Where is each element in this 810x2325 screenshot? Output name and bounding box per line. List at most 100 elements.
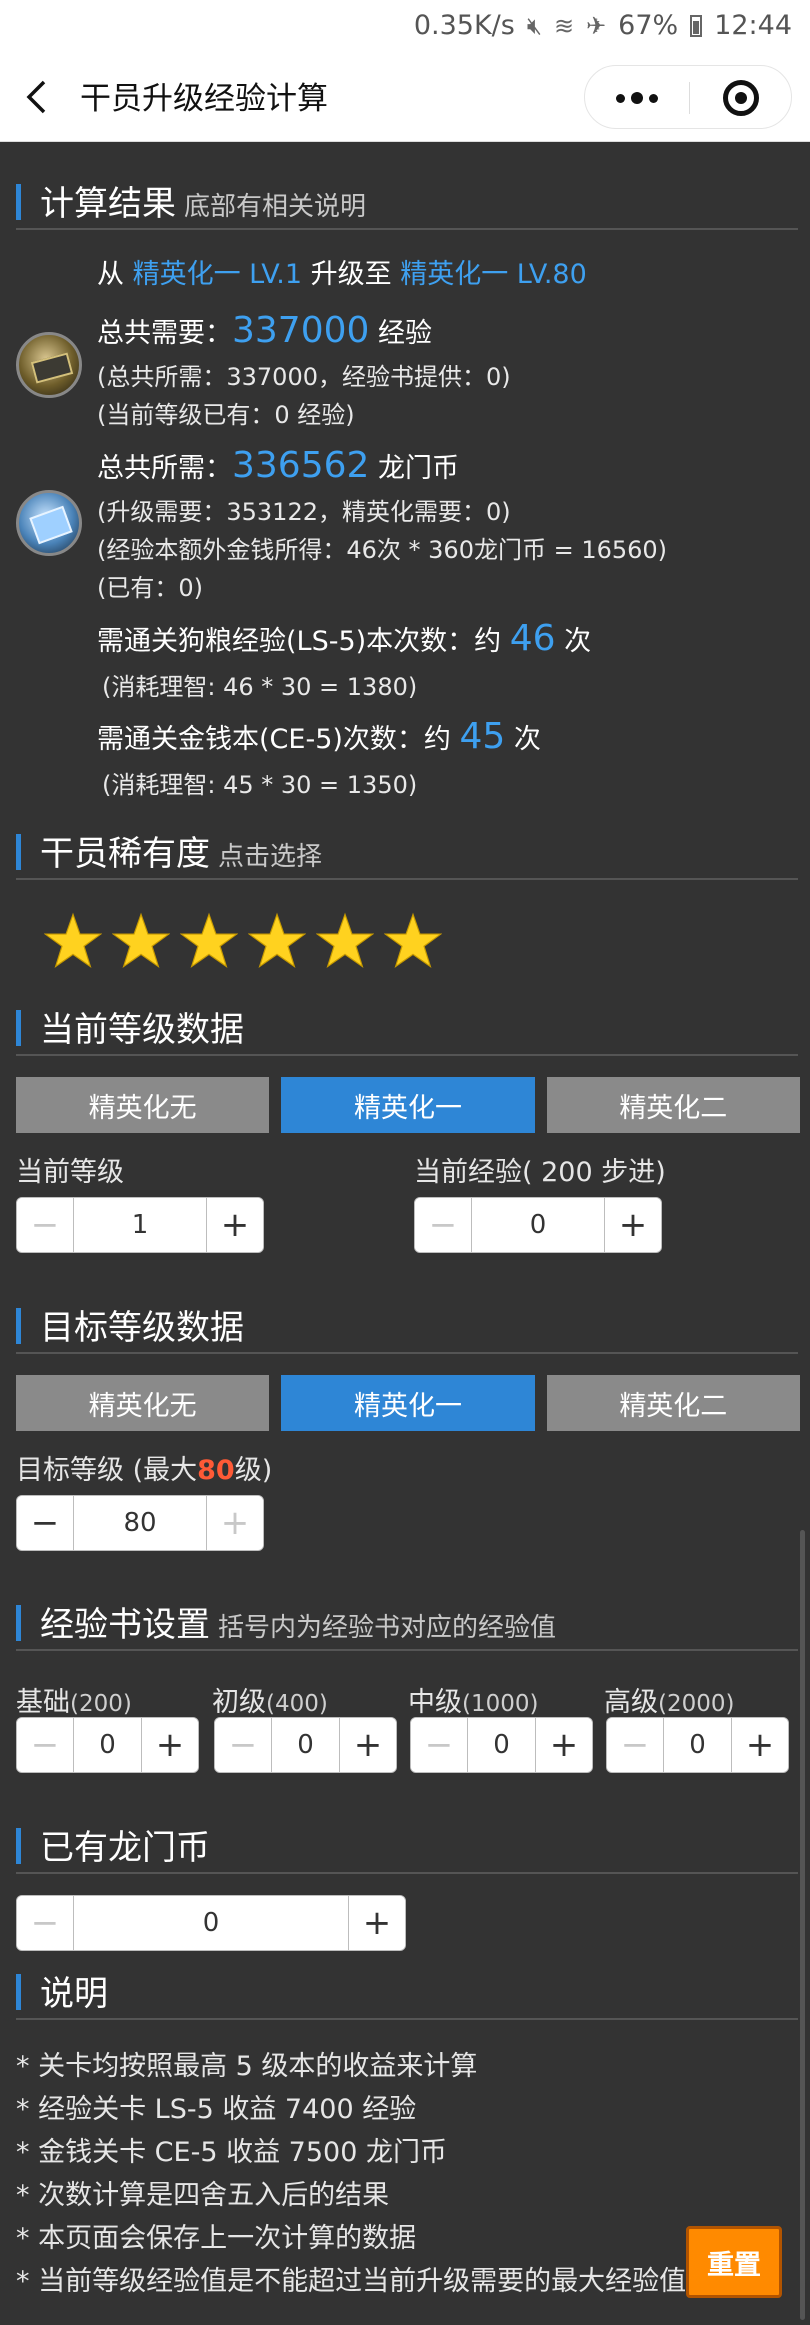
target-tab-elite-2[interactable]: 精英化二 bbox=[546, 1375, 800, 1431]
exp-detail-2: (当前等级已有：0 经验) bbox=[97, 401, 355, 429]
target-tab-elite-1[interactable]: 精英化一 bbox=[281, 1375, 535, 1431]
star-icon[interactable] bbox=[316, 912, 374, 970]
route-from-word: 从 bbox=[97, 259, 124, 290]
star-icon[interactable] bbox=[180, 912, 238, 970]
book-increment[interactable]: + bbox=[142, 1718, 198, 1772]
book-stepper-middle: − 0 + bbox=[410, 1717, 593, 1773]
star-icon[interactable] bbox=[248, 912, 306, 970]
section-title: 目标等级数据 bbox=[40, 1308, 244, 1348]
current-level-decrement[interactable]: − bbox=[17, 1198, 73, 1252]
section-title: 经验书设置 bbox=[40, 1605, 210, 1645]
section-books-header: 经验书设置 括号内为经验书对应的经验值 bbox=[16, 1591, 798, 1651]
book-label-junior: 初级(400) bbox=[212, 1680, 328, 1719]
book-increment[interactable]: + bbox=[536, 1718, 592, 1772]
coin-detail-3: (已有：0) bbox=[97, 574, 203, 602]
current-tab-elite-2[interactable]: 精英化二 bbox=[546, 1077, 800, 1133]
book-stepper-basic: − 0 + bbox=[16, 1717, 199, 1773]
section-title: 当前等级数据 bbox=[40, 1010, 244, 1050]
coins-decrement[interactable]: − bbox=[17, 1896, 73, 1950]
target-level-stepper: − 80 + bbox=[16, 1495, 264, 1551]
book-decrement[interactable]: − bbox=[607, 1718, 663, 1772]
miniapp-capsule bbox=[584, 65, 792, 129]
current-tab-elite-0[interactable]: 精英化无 bbox=[16, 1077, 270, 1133]
book-input[interactable]: 0 bbox=[271, 1718, 340, 1772]
route-from: 精英化一 LV.1 bbox=[132, 259, 303, 290]
current-exp-decrement[interactable]: − bbox=[415, 1198, 471, 1252]
book-exp: (200) bbox=[70, 1691, 132, 1717]
coins-increment[interactable]: + bbox=[349, 1896, 405, 1950]
section-notes-header: 说明 bbox=[16, 1960, 798, 2020]
section-rarity-header: 干员稀有度 点击选择 bbox=[16, 820, 798, 880]
back-icon[interactable] bbox=[24, 80, 50, 114]
target-level-decrement[interactable]: − bbox=[17, 1496, 73, 1550]
note-item: * 经验关卡 LS-5 收益 7400 经验 bbox=[16, 2094, 417, 2125]
section-result-header: 计算结果 底部有相关说明 bbox=[16, 170, 798, 230]
scrollbar[interactable] bbox=[800, 1530, 805, 2320]
ls-runs-unit: 次 bbox=[564, 626, 592, 657]
book-decrement[interactable]: − bbox=[411, 1718, 467, 1772]
current-level-increment[interactable]: + bbox=[207, 1198, 263, 1252]
current-level-input[interactable]: 1 bbox=[73, 1198, 207, 1252]
section-subtitle: 底部有相关说明 bbox=[184, 192, 367, 222]
exp-total: 总共需要：337000 经验 bbox=[97, 310, 432, 351]
star-icon[interactable] bbox=[44, 912, 102, 970]
coin-icon bbox=[16, 490, 82, 556]
book-input[interactable]: 0 bbox=[663, 1718, 732, 1772]
current-exp-increment[interactable]: + bbox=[605, 1198, 661, 1252]
rarity-stars bbox=[44, 912, 442, 970]
section-title: 计算结果 bbox=[40, 184, 176, 224]
coin-detail-1: (升级需要：353122，精英化需要：0) bbox=[97, 498, 511, 526]
book-label-middle: 中级(1000) bbox=[408, 1680, 538, 1719]
section-target-header: 目标等级数据 bbox=[16, 1294, 798, 1354]
target-elite-tabs: 精英化无 精英化一 精英化二 bbox=[16, 1375, 800, 1431]
title-bar: 干员升级经验计算 bbox=[0, 52, 810, 142]
book-decrement[interactable]: − bbox=[215, 1718, 271, 1772]
ls-sanity: (消耗理智: 46 * 30 = 1380) bbox=[102, 673, 418, 701]
book-increment[interactable]: + bbox=[732, 1718, 788, 1772]
ce-runs: 需通关金钱本(CE-5)次数：约 45 次 bbox=[97, 716, 541, 757]
book-input[interactable]: 0 bbox=[73, 1718, 142, 1772]
book-stepper-junior: − 0 + bbox=[214, 1717, 397, 1773]
more-icon[interactable] bbox=[585, 66, 689, 130]
book-exp: (1000) bbox=[462, 1691, 539, 1717]
coin-total-label: 总共所需： bbox=[97, 453, 232, 484]
target-level-label: 目标等级 (最大80级) bbox=[16, 1448, 272, 1487]
target-tab-elite-0[interactable]: 精英化无 bbox=[16, 1375, 270, 1431]
wifi-icon: ≋ bbox=[553, 11, 575, 40]
coin-total-value: 336562 bbox=[232, 445, 370, 486]
star-icon[interactable] bbox=[384, 912, 442, 970]
current-exp-input[interactable]: 0 bbox=[471, 1198, 605, 1252]
book-exp: (400) bbox=[266, 1691, 328, 1717]
star-icon[interactable] bbox=[112, 912, 170, 970]
book-decrement[interactable]: − bbox=[17, 1718, 73, 1772]
coin-detail-2: (经验本额外金钱所得：46次 * 360龙门币 = 16560) bbox=[97, 536, 668, 564]
close-icon[interactable] bbox=[689, 66, 793, 130]
current-elite-tabs: 精英化无 精英化一 精英化二 bbox=[16, 1077, 800, 1133]
exp-card-icon bbox=[16, 332, 82, 398]
route-to: 精英化一 LV.80 bbox=[400, 259, 587, 290]
battery-icon bbox=[690, 14, 703, 37]
note-item: * 当前等级经验值是不能超过当前升级需要的最大经验值 bbox=[16, 2266, 687, 2297]
ls-runs-value: 46 bbox=[509, 618, 556, 659]
target-level-increment[interactable]: + bbox=[207, 1496, 263, 1550]
section-subtitle: 点击选择 bbox=[218, 842, 323, 872]
coins-input[interactable]: 0 bbox=[73, 1896, 349, 1950]
ls-runs-label: 需通关狗粮经验(LS-5)本次数：约 bbox=[97, 626, 502, 657]
target-level-label-pre: 目标等级 (最大 bbox=[16, 1455, 198, 1486]
network-speed: 0.35K/s bbox=[413, 10, 515, 41]
ce-sanity: (消耗理智: 45 * 30 = 1350) bbox=[102, 771, 418, 799]
current-tab-elite-1[interactable]: 精英化一 bbox=[281, 1077, 535, 1133]
current-exp-stepper: − 0 + bbox=[414, 1197, 662, 1253]
reset-button[interactable]: 重置 bbox=[686, 2226, 782, 2298]
book-stepper-senior: − 0 + bbox=[606, 1717, 789, 1773]
book-label-senior: 高级(2000) bbox=[604, 1680, 734, 1719]
book-increment[interactable]: + bbox=[340, 1718, 396, 1772]
section-title: 干员稀有度 bbox=[40, 834, 210, 874]
book-name: 中级 bbox=[408, 1687, 462, 1718]
section-current-header: 当前等级数据 bbox=[16, 996, 798, 1056]
airplane-icon: ✈︎ bbox=[586, 11, 607, 40]
current-exp-label: 当前经验( 200 步进) bbox=[414, 1157, 666, 1188]
status-bar: 0.35K/s 🔇︎ ≋ ✈︎ 67% 12:44 bbox=[0, 0, 810, 52]
book-input[interactable]: 0 bbox=[467, 1718, 536, 1772]
target-level-input[interactable]: 80 bbox=[73, 1496, 207, 1550]
